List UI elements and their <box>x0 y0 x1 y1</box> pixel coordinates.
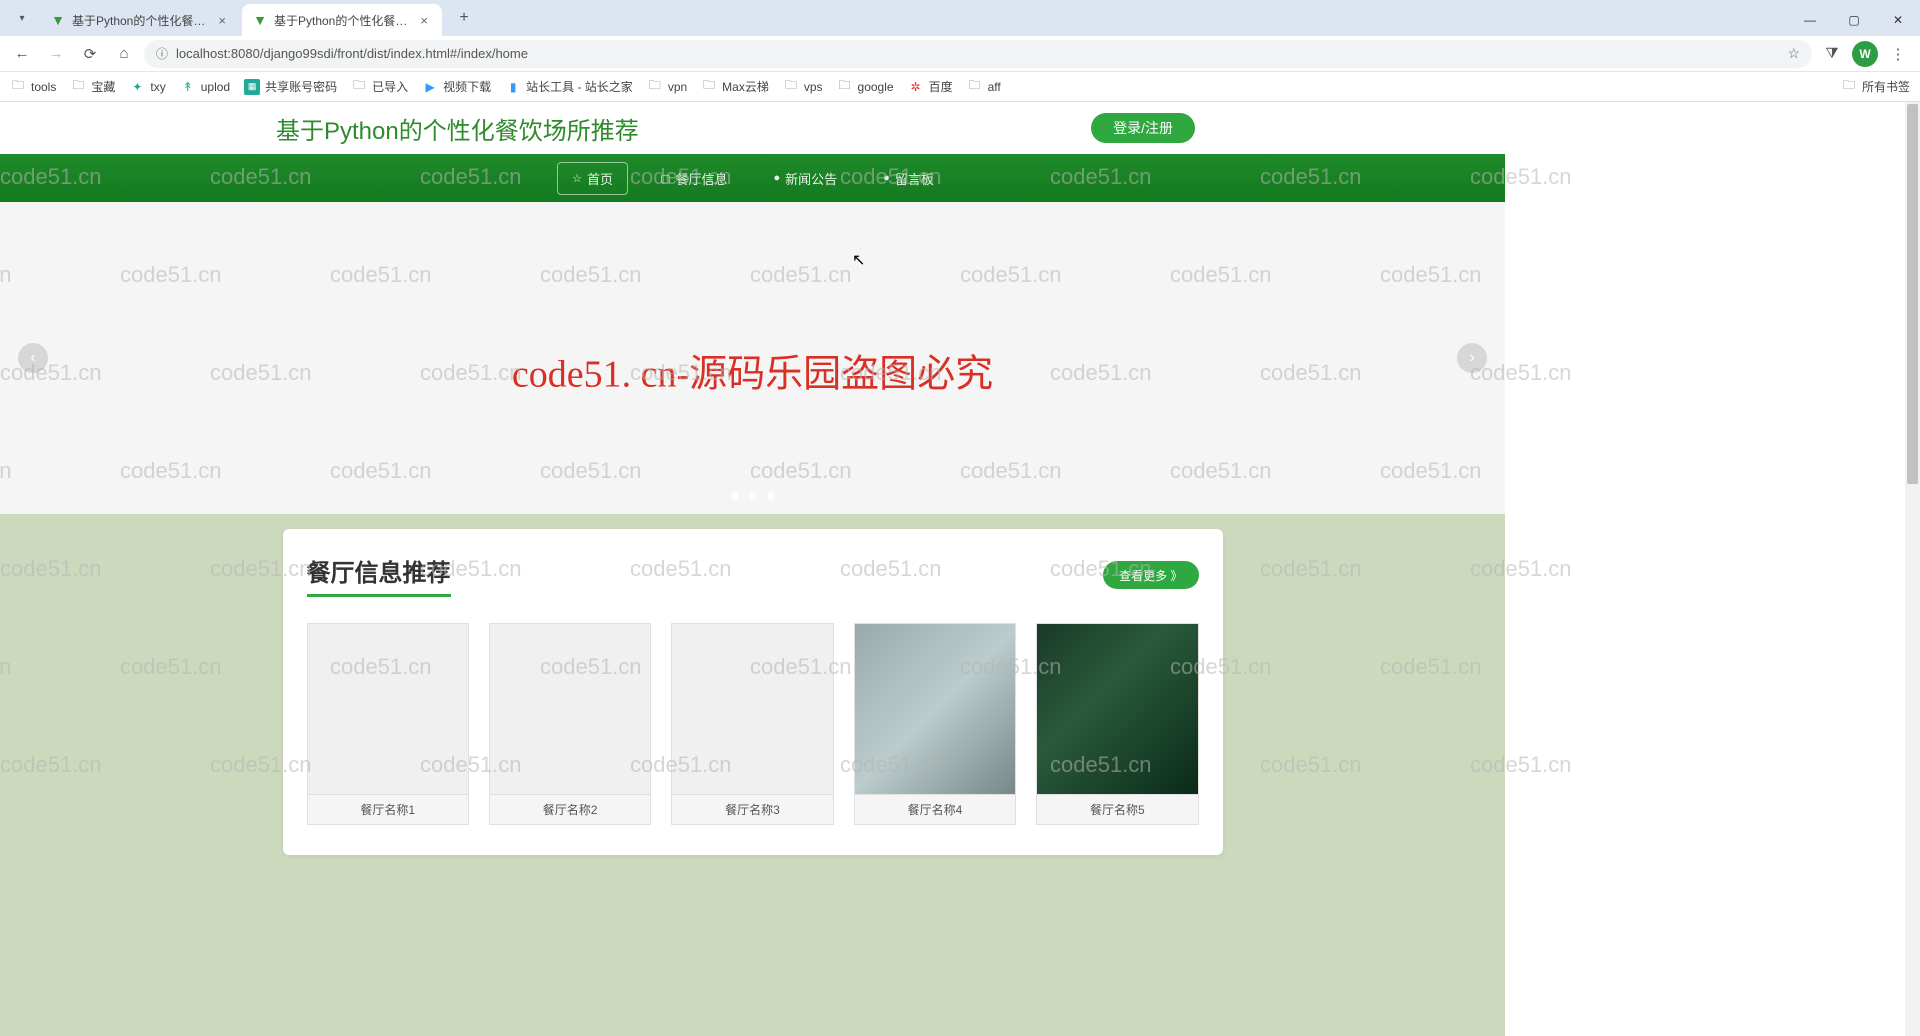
bookmark-item[interactable]: 🗀已导入 <box>351 78 408 95</box>
dot-icon: ● <box>883 172 890 184</box>
dot-icon: ● <box>773 172 780 184</box>
site-info-icon[interactable]: ⓘ <box>156 45 168 62</box>
bookmark-item[interactable]: 🗀Max云梯 <box>701 78 769 95</box>
bookmark-item[interactable]: ✲百度 <box>908 78 953 95</box>
nav-guestbook[interactable]: ●留言板 <box>869 163 948 194</box>
nav-news[interactable]: ●新闻公告 <box>759 163 851 194</box>
view-more-button[interactable]: 查看更多 》 <box>1103 561 1198 589</box>
folder-icon: 🗀 <box>967 79 983 95</box>
nav-restaurant-info[interactable]: ▢餐厅信息 <box>646 163 741 194</box>
forward-button[interactable]: → <box>42 40 70 68</box>
maximize-button[interactable]: ▢ <box>1832 4 1876 36</box>
site-icon: ✦ <box>129 79 145 95</box>
folder-icon: 🗀 <box>701 79 717 95</box>
bookmark-item[interactable]: ▦共享账号密码 <box>244 78 337 95</box>
bookmark-item[interactable]: ▶视频下载 <box>422 78 491 95</box>
menu-icon[interactable]: ⋮ <box>1884 40 1912 68</box>
folder-icon: 🗀 <box>1841 79 1857 95</box>
minimize-button[interactable]: — <box>1788 4 1832 36</box>
nav-home[interactable]: ☆首页 <box>557 162 628 195</box>
restaurant-name: 餐厅名称3 <box>672 794 832 824</box>
bookmark-item[interactable]: 🗀vps <box>783 79 823 95</box>
profile-avatar[interactable]: W <box>1852 41 1878 67</box>
reload-button[interactable]: ⟳ <box>76 40 104 68</box>
restaurant-name: 餐厅名称2 <box>490 794 650 824</box>
restaurant-card[interactable]: 餐厅名称5 <box>1036 623 1198 825</box>
restaurant-image <box>308 624 468 794</box>
new-tab-button[interactable]: + <box>450 4 478 32</box>
bookmark-item[interactable]: ↟uplod <box>180 79 230 95</box>
restaurant-name: 餐厅名称1 <box>308 794 468 824</box>
restaurant-card[interactable]: 餐厅名称4 <box>854 623 1016 825</box>
bookmark-item[interactable]: 🗀tools <box>10 79 56 95</box>
banner-text: code51. cn-源码乐园盗图必究 <box>512 343 993 398</box>
bookmark-item[interactable]: 🗀google <box>837 79 894 95</box>
carousel-dot[interactable] <box>749 492 757 500</box>
bookmark-star-icon[interactable]: ☆ <box>1787 45 1800 62</box>
tabs-dropdown[interactable]: ▾ <box>8 4 36 32</box>
carousel-dot[interactable] <box>767 492 775 500</box>
star-icon: ☆ <box>572 172 582 185</box>
browser-tab[interactable]: ▼ 基于Python的个性化餐饮场所 × <box>40 4 240 36</box>
folder-icon: 🗀 <box>70 79 86 95</box>
all-bookmarks[interactable]: 🗀所有书签 <box>1841 78 1910 95</box>
section-title: 餐厅信息推荐 <box>307 553 451 597</box>
bookmark-item[interactable]: ✦txy <box>129 79 165 95</box>
close-tab-icon[interactable]: × <box>416 13 432 28</box>
bookmark-item[interactable]: 🗀宝藏 <box>70 78 115 95</box>
carousel-prev-button[interactable]: ‹ <box>18 343 48 373</box>
tab-strip: ▾ ▼ 基于Python的个性化餐饮场所 × ▼ 基于Python的个性化餐饮场… <box>0 0 1920 36</box>
login-register-button[interactable]: 登录/注册 <box>1091 113 1195 143</box>
bookmark-item[interactable]: 🗀vpn <box>647 79 687 95</box>
folder-icon: 🗀 <box>10 79 26 95</box>
folder-icon: 🗀 <box>351 79 367 95</box>
restaurant-card[interactable]: 餐厅名称1 <box>307 623 469 825</box>
extensions-icon[interactable]: ⧩ <box>1818 40 1846 68</box>
browser-tab[interactable]: ▼ 基于Python的个性化餐饮场所 × <box>242 4 442 36</box>
header-bar: 基于Python的个性化餐饮场所推荐 登录/注册 <box>0 102 1505 154</box>
scrollbar-track[interactable] <box>1905 102 1920 1036</box>
folder-icon: 🗀 <box>837 79 853 95</box>
site-icon: ↟ <box>180 79 196 95</box>
tab-title: 基于Python的个性化餐饮场所 <box>274 12 416 29</box>
carousel-dot[interactable] <box>731 492 739 500</box>
address-bar[interactable]: ⓘ localhost:8080/django99sdi/front/dist/… <box>144 40 1812 68</box>
close-window-button[interactable]: ✕ <box>1876 4 1920 36</box>
url-text: localhost:8080/django99sdi/front/dist/in… <box>176 46 1779 61</box>
main-nav: ☆首页 ▢餐厅信息 ●新闻公告 ●留言板 <box>0 154 1505 202</box>
scrollbar-thumb[interactable] <box>1907 104 1918 484</box>
restaurant-image <box>1037 624 1197 794</box>
restaurant-image <box>855 624 1015 794</box>
bookmark-item[interactable]: 🗀aff <box>967 79 1001 95</box>
favicon-icon: ▼ <box>50 12 66 28</box>
carousel-next-button[interactable]: › <box>1457 343 1487 373</box>
restaurant-card[interactable]: 餐厅名称2 <box>489 623 651 825</box>
bookmarks-bar: 🗀tools 🗀宝藏 ✦txy ↟uplod ▦共享账号密码 🗀已导入 ▶视频下… <box>0 72 1920 102</box>
address-bar-row: ← → ⟳ ⌂ ⓘ localhost:8080/django99sdi/fro… <box>0 36 1920 72</box>
hero-banner: ‹ › code51. cn-源码乐园盗图必究 <box>0 202 1505 514</box>
back-button[interactable]: ← <box>8 40 36 68</box>
restaurant-image <box>490 624 650 794</box>
tab-title: 基于Python的个性化餐饮场所 <box>72 12 214 29</box>
restaurant-card[interactable]: 餐厅名称3 <box>671 623 833 825</box>
restaurant-name: 餐厅名称4 <box>855 794 1015 824</box>
favicon-icon: ▼ <box>252 12 268 28</box>
close-tab-icon[interactable]: × <box>214 13 230 28</box>
bookmark-item[interactable]: ▮站长工具 - 站长之家 <box>505 78 633 95</box>
site-icon: ▶ <box>422 79 438 95</box>
home-button[interactable]: ⌂ <box>110 40 138 68</box>
site-icon: ▦ <box>244 79 260 95</box>
box-icon: ▢ <box>660 172 670 185</box>
restaurant-name: 餐厅名称5 <box>1037 794 1197 824</box>
carousel-dots <box>731 492 775 500</box>
restaurant-image <box>672 624 832 794</box>
site-title: 基于Python的个性化餐饮场所推荐 <box>276 111 639 146</box>
folder-icon: 🗀 <box>647 79 663 95</box>
recommend-card: 餐厅信息推荐 查看更多 》 餐厅名称1 餐厅名称2 餐厅名称3 餐厅名称4 餐厅… <box>283 529 1223 855</box>
site-icon: ▮ <box>505 79 521 95</box>
site-icon: ✲ <box>908 79 924 95</box>
folder-icon: 🗀 <box>783 79 799 95</box>
